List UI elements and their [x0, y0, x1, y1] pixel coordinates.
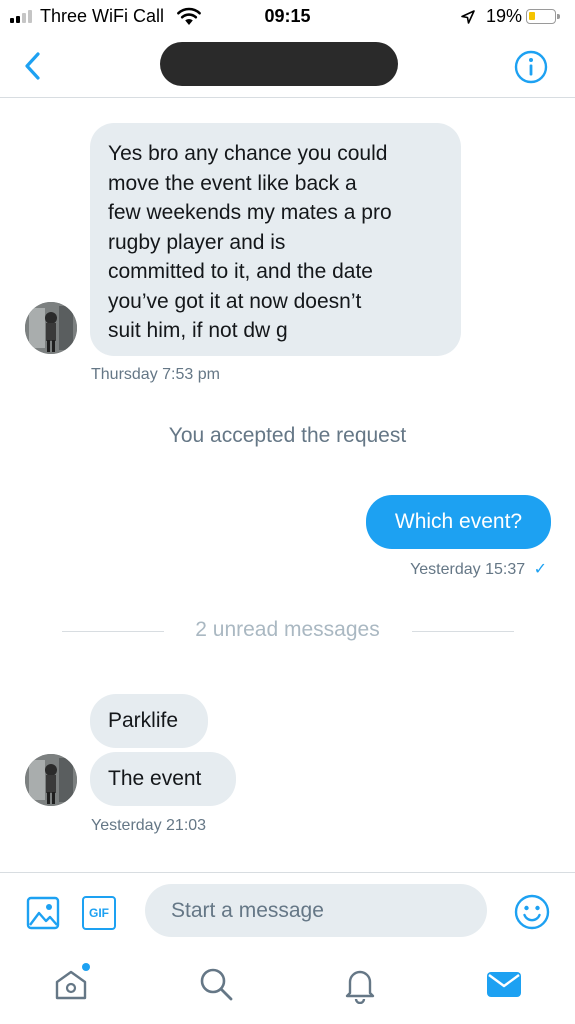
- incoming-message-bubble[interactable]: Parklife: [90, 694, 208, 748]
- incoming-message-bubble[interactable]: The event: [90, 752, 236, 806]
- new-content-dot: [82, 963, 90, 971]
- redacted-contact-name[interactable]: [160, 42, 398, 86]
- message-composer: GIF: [0, 872, 575, 950]
- message-line: move the event like back a: [108, 171, 357, 195]
- notifications-bell-icon[interactable]: [340, 964, 380, 1004]
- battery-percent: 19%: [486, 6, 523, 26]
- avatar-photo: [25, 754, 77, 806]
- message-line: suit him, if not dw g: [108, 319, 288, 342]
- emoji-icon[interactable]: [513, 893, 551, 931]
- battery-icon: [526, 9, 560, 24]
- search-icon[interactable]: [196, 964, 236, 1004]
- message-timestamp: Yesterday 21:03: [91, 817, 207, 834]
- message-line: few weekends my mates a pro: [108, 201, 392, 224]
- conversation-header: [0, 34, 575, 98]
- message-timestamp: Thursday 7:53 pm: [91, 366, 220, 383]
- avatar-photo: [25, 302, 77, 354]
- incoming-message-bubble[interactable]: Yes bro any chance you could move the ev…: [90, 123, 461, 356]
- image-icon[interactable]: [26, 896, 60, 930]
- message-input[interactable]: [145, 884, 487, 937]
- message-line: committed to it, and the date: [108, 260, 373, 283]
- location-icon: [461, 10, 475, 24]
- message-line: you’ve got it at now doesn’t: [108, 289, 362, 313]
- unread-messages-divider: 2 unread messages: [195, 618, 380, 641]
- message-line: rugby player and is: [108, 230, 286, 254]
- request-accepted-note: You accepted the request: [168, 424, 407, 447]
- avatar[interactable]: [25, 754, 77, 806]
- read-check-icon: ✓: [533, 561, 547, 578]
- avatar[interactable]: [25, 302, 77, 354]
- gif-label: GIF: [89, 906, 109, 920]
- info-icon[interactable]: [514, 50, 548, 84]
- messages-envelope-icon[interactable]: [484, 964, 524, 1004]
- message-timestamp: Yesterday 15:37: [410, 561, 526, 578]
- message-line: Yes bro any chance you could: [108, 142, 388, 165]
- tab-bar: [0, 950, 575, 1024]
- message-timestamp-row: Yesterday 15:37 ✓: [410, 559, 547, 579]
- gif-icon[interactable]: GIF: [82, 896, 116, 930]
- outgoing-message-bubble[interactable]: Which event?: [366, 495, 551, 549]
- divider-line-right: [412, 631, 514, 632]
- back-chevron-icon[interactable]: [20, 50, 46, 82]
- status-bar: Three WiFi Call 09:15 19%: [0, 0, 575, 34]
